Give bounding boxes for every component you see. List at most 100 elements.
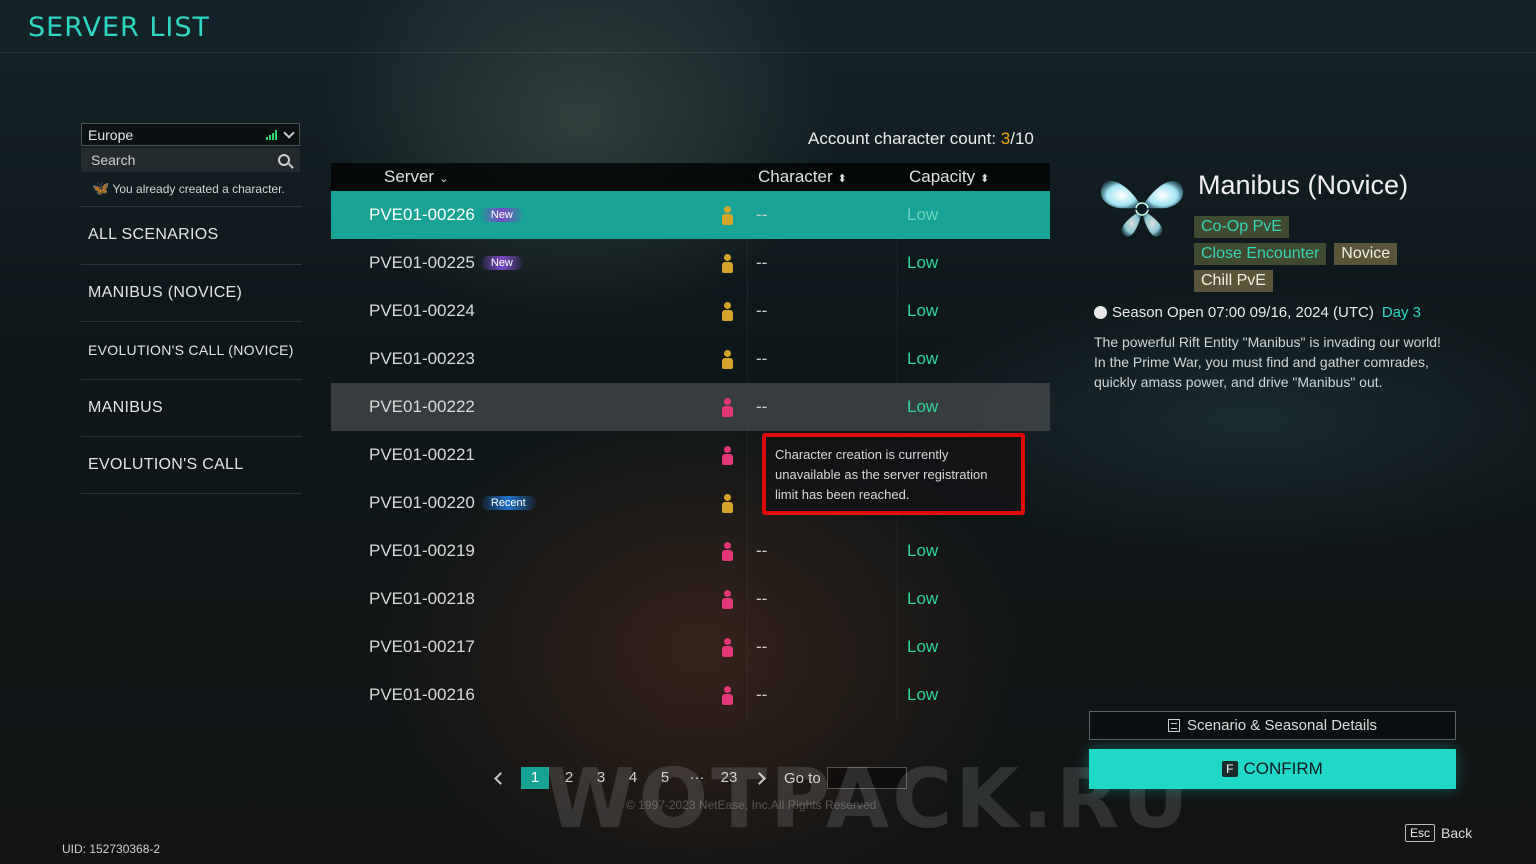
server-name-cell: PVE01-00221: [369, 445, 475, 465]
population-figure-icon: [721, 350, 733, 369]
season-day: Day 3: [1381, 304, 1422, 321]
server-name-cell: PVE01-00224: [369, 301, 475, 321]
server-name-cell: PVE01-00218: [369, 589, 475, 609]
scenario-details-label: Scenario & Seasonal Details: [1186, 717, 1378, 734]
server-name-cell: PVE01-00222: [369, 397, 475, 417]
confirm-button[interactable]: F CONFIRM: [1089, 749, 1456, 789]
population-figure-icon: [721, 494, 733, 513]
badge-novice: Novice: [1334, 243, 1398, 265]
header-server-label: Server: [384, 167, 435, 186]
confirm-label: CONFIRM: [1243, 759, 1323, 778]
table-row[interactable]: PVE01-00219 -- Low: [331, 527, 1050, 575]
copyright: © 1997-2023 NetEase, Inc.All Rights Rese…: [626, 798, 877, 812]
chevron-down-icon: ⌄: [439, 173, 449, 185]
clock-icon: [1094, 306, 1107, 319]
character-cell: --: [756, 637, 768, 656]
population-figure-icon: [721, 206, 733, 225]
butterfly-icon: 🦋: [92, 180, 110, 196]
back-label: Back: [1441, 825, 1473, 841]
scenario-badges: Co-Op PvE Close Encounter Novice Chill Pv…: [1194, 216, 1454, 297]
document-icon: [1167, 719, 1180, 732]
server-tag-badge: Recent: [480, 496, 536, 510]
population-figure-icon: [721, 254, 733, 273]
signal-icon: [266, 129, 277, 140]
account-count-total: /10: [1010, 129, 1034, 148]
scenario-category-list: ALL SCENARIOS MANIBUS (NOVICE) EVOLUTION…: [81, 206, 302, 494]
table-row[interactable]: PVE01-00217 -- Low: [331, 623, 1050, 671]
created-note: 🦋 You already created a character.: [92, 180, 285, 197]
population-figure-icon: [721, 446, 733, 465]
character-cell: --: [756, 301, 768, 320]
population-figure-icon: [721, 302, 733, 321]
table-row[interactable]: PVE01-00223 -- Low: [331, 335, 1050, 383]
account-count-label: Account character count:: [808, 129, 1001, 148]
page-title: SERVER LIST: [28, 12, 210, 43]
capacity-cell: Low: [907, 253, 939, 272]
search-placeholder: Search: [91, 152, 136, 168]
header-server[interactable]: Server ⌄: [384, 167, 448, 187]
server-name: PVE01-00219: [369, 541, 475, 560]
key-esc-icon: Esc: [1405, 824, 1436, 842]
user-id: UID: 152730368-2: [62, 842, 161, 856]
butterfly-emblem-icon: [1100, 180, 1184, 237]
server-name-cell: PVE01-00220 Recent: [369, 493, 536, 513]
character-cell: --: [756, 685, 768, 704]
server-name: PVE01-00218: [369, 589, 475, 608]
search-input[interactable]: Search: [81, 148, 300, 172]
server-name: PVE01-00224: [369, 301, 475, 320]
registration-limit-tooltip: Character creation is currently unavaila…: [762, 433, 1025, 515]
character-cell: --: [756, 205, 768, 224]
table-row[interactable]: PVE01-00222 -- Low: [331, 383, 1050, 431]
table-row[interactable]: PVE01-00225 New -- Low: [331, 239, 1050, 287]
capacity-cell: Low: [907, 205, 939, 224]
category-manibus[interactable]: MANIBUS: [81, 378, 302, 437]
server-name: PVE01-00223: [369, 349, 475, 368]
server-name: PVE01-00226: [369, 205, 475, 224]
season-open: Season Open 07:00 09/16, 2024 (UTC): [1112, 304, 1374, 321]
server-tag-badge: New: [480, 256, 523, 270]
back-button[interactable]: Esc Back: [1405, 824, 1472, 842]
search-icon[interactable]: [278, 154, 290, 166]
capacity-cell: Low: [907, 301, 939, 320]
scenario-details-button[interactable]: Scenario & Seasonal Details: [1089, 711, 1456, 740]
population-figure-icon: [721, 686, 733, 705]
server-name: PVE01-00216: [369, 685, 475, 704]
server-name-cell: PVE01-00219: [369, 541, 475, 561]
capacity-cell: Low: [907, 637, 939, 656]
badge-chill-pve: Chill PvE: [1194, 270, 1273, 292]
scenario-title: Manibus (Novice): [1198, 170, 1409, 200]
category-evolutions-call[interactable]: EVOLUTION'S CALL: [81, 436, 302, 494]
header-character-label: Character: [758, 167, 833, 186]
account-count-value: 3: [1000, 129, 1011, 148]
server-name-cell: PVE01-00216: [369, 685, 475, 705]
category-evolutions-call-novice[interactable]: EVOLUTION'S CALL (NOVICE): [81, 321, 302, 379]
server-tag-badge: New: [480, 208, 523, 222]
population-figure-icon: [721, 638, 733, 657]
region-label: Europe: [88, 126, 134, 143]
server-name: PVE01-00220: [369, 493, 475, 512]
category-all-scenarios[interactable]: ALL SCENARIOS: [81, 206, 302, 264]
header-capacity-label: Capacity: [909, 167, 976, 186]
character-cell: --: [756, 349, 768, 368]
table-row[interactable]: PVE01-00224 -- Low: [331, 287, 1050, 335]
server-name: PVE01-00221: [369, 445, 475, 464]
server-name: PVE01-00217: [369, 637, 475, 656]
character-cell: --: [756, 589, 768, 608]
server-name-cell: PVE01-00226 New: [369, 205, 523, 225]
account-character-count: Account character count: 3/10: [808, 129, 1034, 149]
category-manibus-novice[interactable]: MANIBUS (NOVICE): [81, 263, 302, 322]
capacity-cell: Low: [907, 589, 939, 608]
header-capacity[interactable]: Capacity ⬍: [909, 167, 989, 187]
prev-page-icon[interactable]: [494, 771, 507, 785]
header-character[interactable]: Character ⬍: [758, 167, 847, 187]
population-figure-icon: [721, 398, 733, 417]
capacity-cell: Low: [907, 397, 939, 416]
table-row[interactable]: PVE01-00218 -- Low: [331, 575, 1050, 623]
table-row[interactable]: PVE01-00226 New -- Low: [331, 191, 1050, 239]
population-figure-icon: [721, 590, 733, 609]
table-row[interactable]: PVE01-00216 -- Low: [331, 671, 1050, 719]
capacity-cell: Low: [907, 349, 939, 368]
region-dropdown[interactable]: Europe: [81, 123, 300, 146]
sort-icon: ⬍: [837, 173, 847, 185]
character-cell: --: [756, 253, 768, 272]
